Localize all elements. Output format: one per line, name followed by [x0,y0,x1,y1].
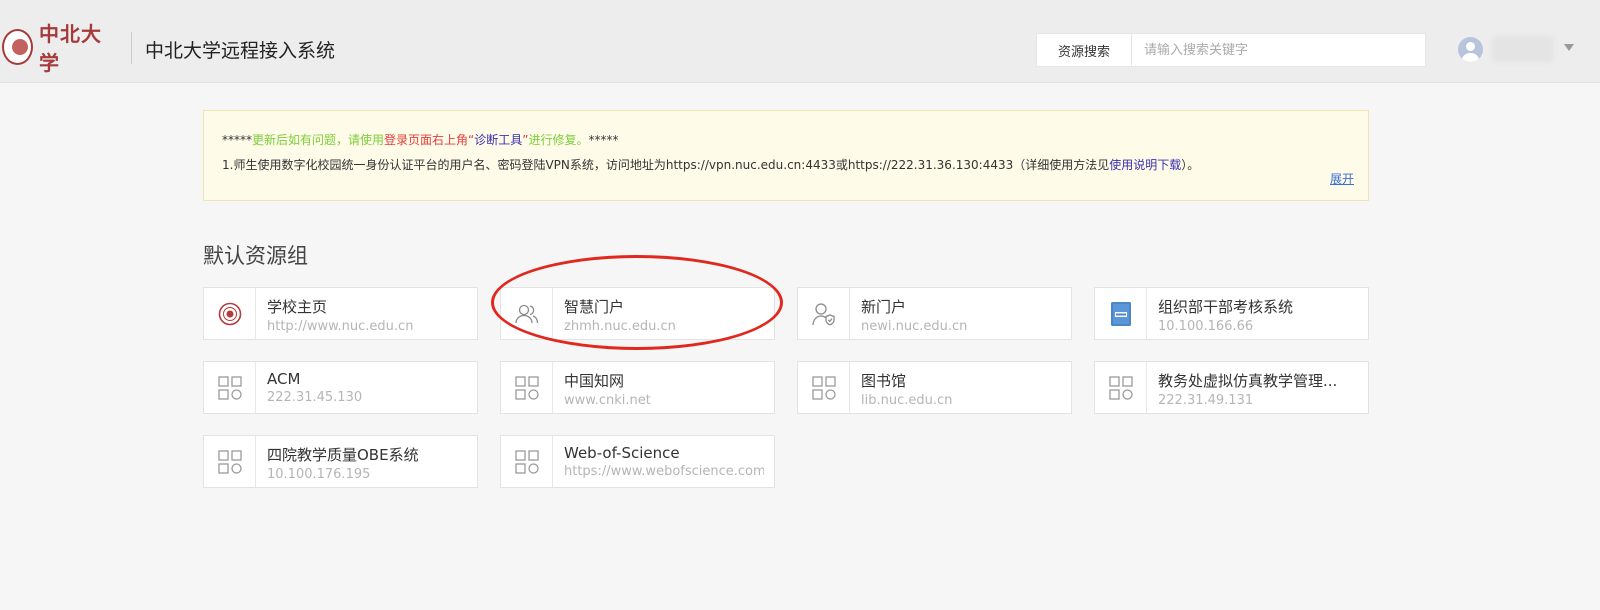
notice-end: ）。 [1181,158,1200,172]
resource-card-smart-portal[interactable]: 智慧门户 zhmh.nuc.edu.cn [500,287,775,340]
app-grid-icon [204,436,256,487]
notice-banner: *****更新后如有问题，请使用登录页面右上角“诊断工具”进行修复。***** … [203,110,1369,201]
user-name[interactable] [1492,36,1554,62]
user-avatar-icon[interactable] [1458,37,1483,62]
app-grid-icon [501,362,553,413]
notice-line-2: 1.师生使用数字化校园统一身份认证平台的用户名、密码登陆VPN系统，访问地址为h… [222,156,1199,173]
resource-group-title: 默认资源组 [203,244,308,268]
resource-card-library[interactable]: 图书馆 lib.nuc.edu.cn [797,361,1072,414]
notice-green-text-2: 进行修复。 [528,133,589,147]
book-icon [1095,288,1147,339]
user-shield-icon [798,288,850,339]
expand-link[interactable]: 展开 [1330,170,1354,187]
school-seal-icon [204,288,256,339]
resource-name: 新门户 [861,298,907,316]
resource-name: ACM [267,370,301,388]
university-seal-icon [2,29,34,65]
search-input[interactable] [1132,34,1425,66]
resource-name: 教务处虚拟仿真教学管理... [1158,372,1338,390]
search-label[interactable]: 资源搜索 [1037,34,1132,66]
logo-text: 中北大学 [39,22,103,75]
resource-card-acm[interactable]: ACM 222.31.45.130 [203,361,478,414]
app-grid-icon [204,362,256,413]
university-logo[interactable]: 中北大学 [2,22,110,75]
resource-url: 222.31.45.130 [267,390,363,405]
resource-url: zhmh.nuc.edu.cn [564,319,676,334]
notice-green-text: 更新后如有问题，请使用 [252,133,385,147]
resource-card-cnki[interactable]: 中国知网 www.cnki.net [500,361,775,414]
resource-url: lib.nuc.edu.cn [861,393,953,408]
app-title: 中北大学远程接入系统 [145,40,336,62]
resource-name: 组织部干部考核系统 [1158,298,1294,316]
notice-stars-end: ***** [588,133,619,147]
notice-line-1: *****更新后如有问题，请使用登录页面右上角“诊断工具”进行修复。***** [222,131,619,148]
resource-name: Web-of-Science [564,444,680,462]
resource-name: 学校主页 [267,298,328,316]
resource-url: 10.100.166.66 [1158,319,1254,334]
top-header: 中北大学 中北大学远程接入系统 资源搜索 [0,0,1600,83]
resource-card-new-portal[interactable]: 新门户 newi.nuc.edu.cn [797,287,1072,340]
app-grid-icon [798,362,850,413]
resource-card-web-of-science[interactable]: Web-of-Science https://www.webofscience.… [500,435,775,488]
resource-card-cadre-assessment[interactable]: 组织部干部考核系统 10.100.166.66 [1094,287,1369,340]
manual-download-link[interactable]: 使用说明下载 [1109,158,1181,172]
resource-name: 智慧门户 [564,298,625,316]
notice-red-text: 登录页面右上角 [384,133,469,147]
resource-search: 资源搜索 [1036,33,1426,67]
resource-url: www.cnki.net [564,393,651,408]
resource-card-obe[interactable]: 四院教学质量OBE系统 10.100.176.195 [203,435,478,488]
resource-card-virtual-sim[interactable]: 教务处虚拟仿真教学管理... 222.31.49.131 [1094,361,1369,414]
notice-stars: ***** [222,133,252,147]
resource-name: 中国知网 [564,372,625,390]
notice-vpn-text: 1.师生使用数字化校园统一身份认证平台的用户名、密码登陆VPN系统，访问地址为h… [222,158,1110,172]
resource-url: newi.nuc.edu.cn [861,319,968,334]
resource-name: 四院教学质量OBE系统 [267,446,419,464]
resource-url: 10.100.176.195 [267,467,371,482]
users-icon [501,288,553,339]
app-grid-icon [1095,362,1147,413]
resource-name: 图书馆 [861,372,907,390]
resource-url: http://www.nuc.edu.cn [267,319,414,334]
app-grid-icon [501,436,553,487]
header-divider [131,32,132,64]
resource-url: 222.31.49.131 [1158,393,1254,408]
caret-down-icon[interactable] [1564,44,1574,51]
resource-card-school-home[interactable]: 学校主页 http://www.nuc.edu.cn [203,287,478,340]
diagnose-tool-link[interactable]: 诊断工具 [474,133,522,147]
resource-url: https://www.webofscience.com [564,464,764,479]
